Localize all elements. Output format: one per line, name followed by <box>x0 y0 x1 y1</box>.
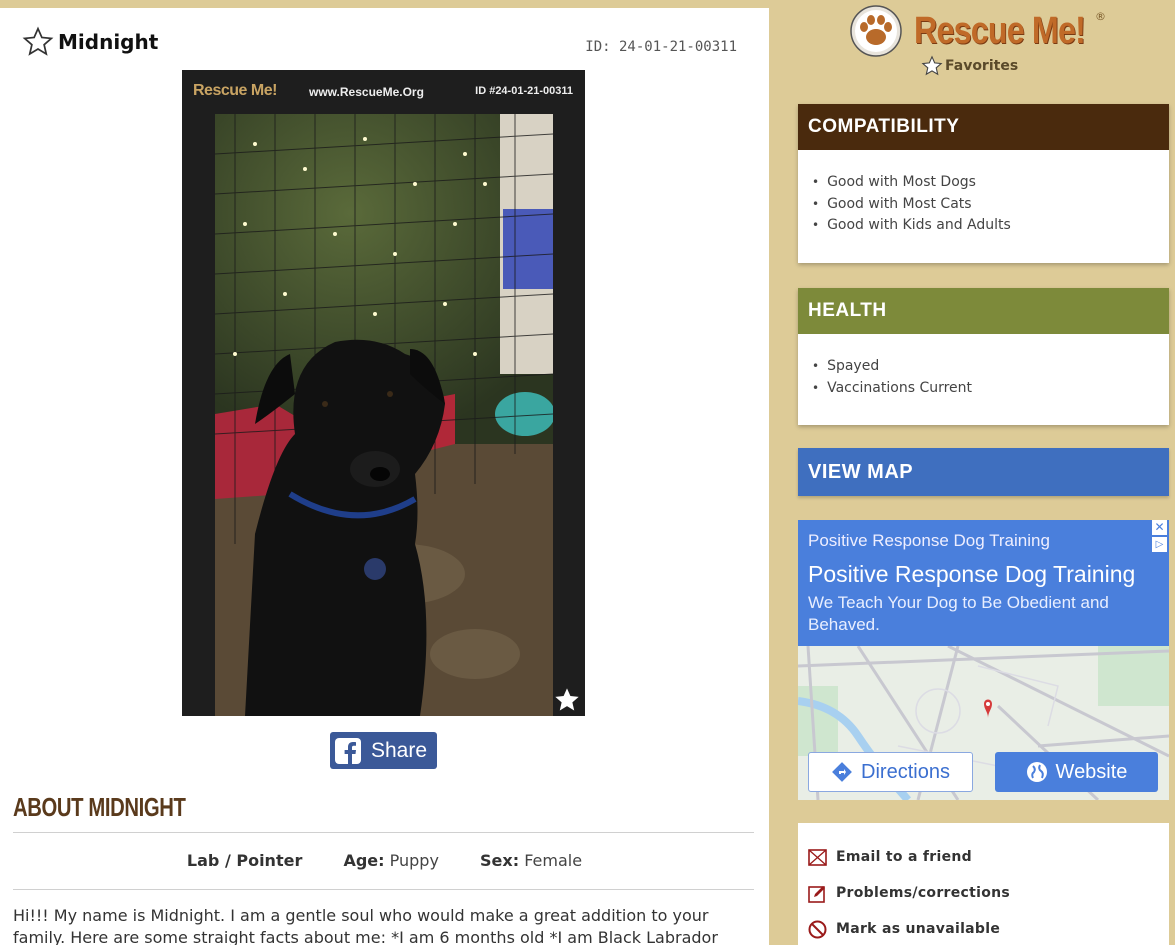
facebook-icon <box>335 737 361 764</box>
edit-icon <box>808 885 825 903</box>
ad-description: We Teach Your Dog to Be Obedient and Beh… <box>808 593 1109 634</box>
logo-text: Rescue Me! <box>914 9 1086 52</box>
photo-favorite-star-icon[interactable] <box>553 686 581 714</box>
registered-mark: ® <box>1095 10 1106 23</box>
star-icon <box>921 55 943 76</box>
paw-logo-icon <box>850 5 902 57</box>
photo-brand: Rescue Me! <box>193 82 277 99</box>
dog-photo-illustration <box>215 114 553 716</box>
email-label: Email to a friend <box>836 849 972 865</box>
ad-info-icon[interactable]: ▷ <box>1152 537 1167 552</box>
favorite-star-icon[interactable] <box>22 26 54 58</box>
pet-photo[interactable] <box>215 114 553 716</box>
health-title: HEALTH <box>798 288 1169 334</box>
pet-detail-panel: Midnight ID: 24-01-21-00311 Rescue Me! w… <box>0 8 769 945</box>
mark-unavailable-link[interactable]: Mark as unavailable <box>808 911 1169 945</box>
photo-url: www.RescueMe.Org <box>309 85 424 99</box>
directions-icon <box>832 762 852 782</box>
envelope-icon <box>808 848 827 866</box>
breed: Lab / Pointer <box>186 851 303 870</box>
ban-icon <box>808 920 827 938</box>
pet-name: Midnight <box>58 30 159 54</box>
compatibility-card: COMPATIBILITY Good with Most Dogs Good w… <box>798 104 1169 263</box>
divider <box>13 832 754 833</box>
view-map-button[interactable]: VIEW MAP <box>798 448 1169 496</box>
pet-id: ID: 24-01-21-00311 <box>585 39 737 55</box>
email-friend-link[interactable]: Email to a friend <box>808 839 1169 875</box>
list-item: Good with Most Cats <box>812 194 1169 216</box>
globe-icon <box>1026 762 1047 782</box>
facebook-share-button[interactable]: Share <box>330 732 437 769</box>
health-list: Spayed Vaccinations Current <box>798 334 1169 399</box>
sex: Sex: Female <box>480 851 583 870</box>
pet-title-row: Midnight <box>22 26 158 58</box>
compatibility-list: Good with Most Dogs Good with Most Cats … <box>798 150 1169 237</box>
compatibility-title: COMPATIBILITY <box>798 104 1169 150</box>
website-label: Website <box>1055 760 1128 783</box>
age: Age: Puppy <box>343 851 439 870</box>
divider <box>13 889 754 890</box>
actions-card: Email to a friend Problems/corrections M… <box>798 823 1169 945</box>
ad-big-title[interactable]: Positive Response Dog Training <box>808 561 1135 588</box>
pet-description: Hi!!! My name is Midnight. I am a gentle… <box>13 906 718 945</box>
pet-facts: Lab / Pointer Age: Puppy Sex: Female <box>0 851 769 870</box>
advertisement[interactable]: Positive Response Dog Training Positive … <box>798 520 1169 800</box>
unavailable-label: Mark as unavailable <box>836 921 1001 937</box>
pet-photo-frame: Rescue Me! www.RescueMe.Org ID #24-01-21… <box>182 70 585 716</box>
favorites-label: Favorites <box>945 58 1019 74</box>
about-heading: ABOUT MIDNIGHT <box>13 792 186 822</box>
problems-label: Problems/corrections <box>836 885 1011 901</box>
directions-button[interactable]: Directions <box>808 752 973 792</box>
list-item: Spayed <box>812 356 1169 378</box>
list-item: Vaccinations Current <box>812 378 1169 400</box>
website-button[interactable]: Website <box>995 752 1158 792</box>
list-item: Good with Kids and Adults <box>812 215 1169 237</box>
list-item: Good with Most Dogs <box>812 172 1169 194</box>
share-label: Share <box>371 738 428 762</box>
photo-id: ID #24-01-21-00311 <box>475 85 573 97</box>
directions-label: Directions <box>861 760 950 783</box>
problems-link[interactable]: Problems/corrections <box>808 875 1169 911</box>
site-logo[interactable]: Rescue Me! ® <box>850 5 1115 57</box>
favorites-link[interactable]: Favorites <box>921 55 1018 77</box>
ad-close-icon[interactable]: ✕ <box>1152 520 1167 535</box>
health-card: HEALTH Spayed Vaccinations Current <box>798 288 1169 425</box>
ad-small-title[interactable]: Positive Response Dog Training <box>808 531 1050 551</box>
